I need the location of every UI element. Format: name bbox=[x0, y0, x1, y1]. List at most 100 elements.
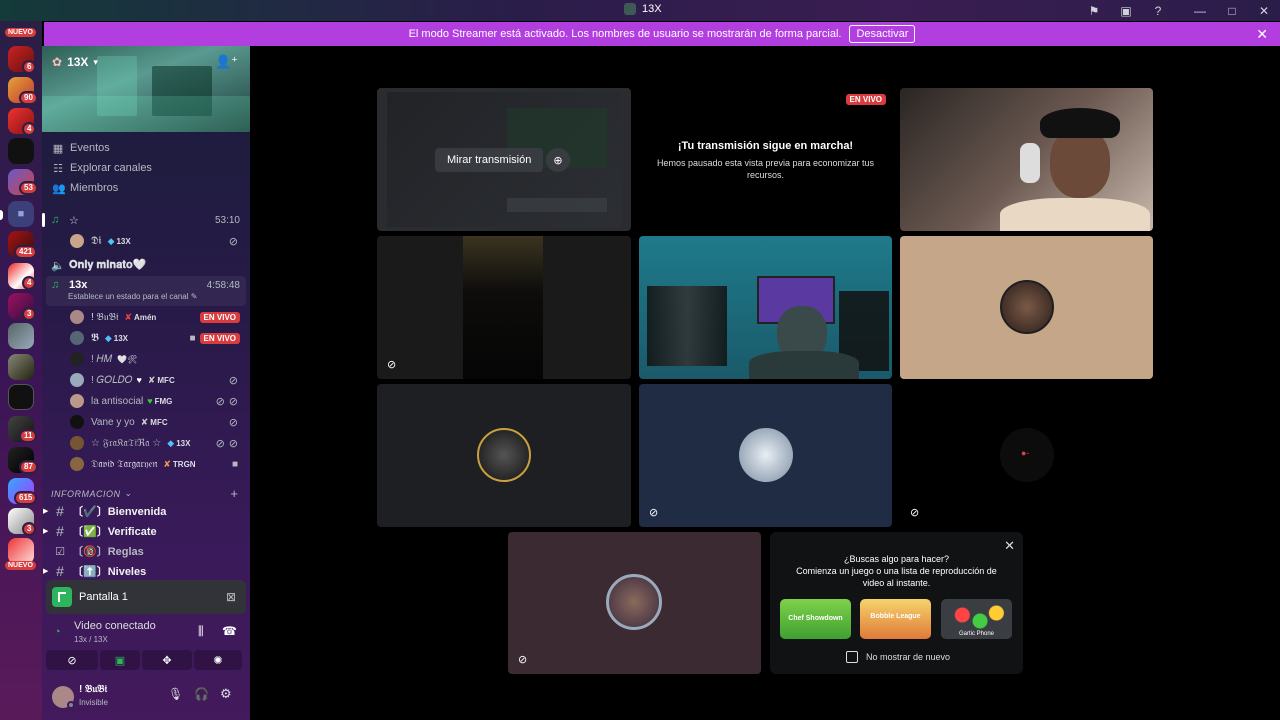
popout-stream-icon[interactable]: ⊕ bbox=[546, 148, 570, 172]
game-name: Gartic Phone bbox=[958, 631, 995, 637]
server-icon[interactable] bbox=[8, 138, 34, 164]
unread-caret-icon: ▶ bbox=[43, 508, 49, 515]
disconnect-icon[interactable]: ☎ bbox=[222, 624, 237, 638]
voice-channel-name: ☆ bbox=[69, 214, 79, 227]
camera-icon: ■ bbox=[231, 458, 238, 470]
voice-user-name: 𝔇𝔞𝔳𝔦𝔡 𝔗𝔞𝔯𝔤𝔞𝔯𝔶𝔢𝔫 bbox=[91, 458, 158, 470]
server-icon[interactable] bbox=[8, 323, 34, 349]
screen-share-bar[interactable]: Pantalla 1 ⊠ bbox=[46, 580, 246, 614]
close-icon[interactable]: ✕ bbox=[1004, 538, 1015, 554]
voice-user[interactable]: 𝕭 ◆ 13X ■ EN VIVO bbox=[42, 328, 250, 348]
text-channel[interactable]: ▶ # 〔⬆️〕Niveles bbox=[42, 561, 250, 581]
deactivate-button[interactable]: Desactivar bbox=[849, 25, 916, 43]
soundboard-button[interactable]: ✺ bbox=[194, 650, 242, 670]
minimize-icon[interactable]: — bbox=[1184, 0, 1216, 21]
window-controls: ⚑ ▣ ? — □ ✕ bbox=[1078, 0, 1280, 21]
server-icon[interactable] bbox=[8, 384, 34, 410]
paused-body: Hemos pausado esta vista previa para eco… bbox=[656, 158, 875, 180]
text-channel[interactable]: ▶ # 〔✔️〕Bienvenida bbox=[42, 501, 250, 521]
clan-tag: MFC bbox=[150, 417, 168, 427]
server-name-text: 13X bbox=[67, 55, 89, 69]
unread-caret-icon: ▶ bbox=[43, 568, 49, 575]
muted-mic-icon: ⊘ bbox=[910, 507, 920, 519]
nav-members[interactable]: 👥 Miembros bbox=[52, 179, 118, 197]
camera-off-icon: ⊘ bbox=[67, 654, 77, 667]
banner-close-icon[interactable]: ✕ bbox=[1256, 26, 1268, 43]
voice-user[interactable]: ! 𝐺𝑂𝐿𝐷𝑂 ♥ ✘ MFC ⊘ bbox=[42, 370, 250, 390]
voice-user[interactable]: ! 𝐻𝑀 🤍🛠 bbox=[42, 349, 250, 369]
inbox-flag-icon[interactable]: ⚑ bbox=[1078, 0, 1110, 21]
video-tile[interactable] bbox=[900, 236, 1153, 379]
folder-icon[interactable]: ■ bbox=[8, 201, 34, 227]
video-tile[interactable]: ●‑ ⊘ bbox=[900, 384, 1153, 527]
video-tile[interactable] bbox=[900, 88, 1153, 231]
avatar bbox=[70, 352, 84, 366]
video-tile[interactable] bbox=[639, 236, 892, 379]
game-card[interactable]: Gartic Phone bbox=[941, 599, 1012, 639]
inbox-icon[interactable]: ▣ bbox=[1110, 0, 1142, 21]
game-name: Bobble League bbox=[870, 613, 921, 620]
voice-user[interactable]: ☆ 𝔉𝔯𝔞𝔎𝔞𝔗𝔦ℜ𝔞 ☆ ◆ 13X ⊘ ⊘ bbox=[42, 433, 250, 453]
avatar-decoration-icon: ●‑ bbox=[1021, 448, 1030, 458]
voice-channel-name: 𝐎𝐧𝐥𝐲 𝐦𝐢𝐧𝐚𝐭𝐨🤍 bbox=[69, 259, 147, 271]
nav-browse-channels[interactable]: ☷ Explorar canales bbox=[52, 159, 152, 177]
clan-icon: ◆ bbox=[167, 437, 175, 448]
maximize-icon[interactable]: □ bbox=[1216, 0, 1248, 21]
video-tile[interactable]: ⊘ bbox=[639, 384, 892, 527]
add-channel-icon[interactable]: + bbox=[230, 486, 238, 501]
game-card[interactable]: Chef Showdown bbox=[780, 599, 851, 639]
server-name[interactable]: ✿ 13X ▾ bbox=[52, 55, 98, 69]
channel-status[interactable]: Establece un estado para el canal ✎ bbox=[68, 292, 197, 301]
camera-off-button[interactable]: ⊘ bbox=[46, 650, 98, 670]
activities-button[interactable]: ✥ bbox=[142, 650, 192, 670]
video-tile[interactable]: ⊘ bbox=[377, 236, 631, 379]
dont-show-again[interactable]: No mostrar de nuevo bbox=[846, 651, 950, 663]
voice-user[interactable]: ! 𝔅𝔲𝔅𝔦 ✘ Amén EN VIVO bbox=[42, 307, 250, 327]
voice-user[interactable]: Vane y yo ✘ MFC ⊘ bbox=[42, 412, 250, 432]
settings-gear-icon[interactable]: ⚙ bbox=[220, 686, 232, 702]
close-window-icon[interactable]: ✕ bbox=[1248, 0, 1280, 21]
help-icon[interactable]: ? bbox=[1142, 0, 1174, 21]
watch-stream-button[interactable]: Mirar transmisión bbox=[435, 148, 544, 172]
hash-icon: # bbox=[56, 563, 64, 579]
voice-user-name: Vane y yo bbox=[91, 416, 135, 428]
voice-channel-1[interactable]: ♫ ☆ 53:10 bbox=[42, 210, 250, 230]
mention-badge: 53 bbox=[19, 181, 38, 195]
game-card[interactable]: Bobble League bbox=[860, 599, 931, 639]
avatar bbox=[70, 457, 84, 471]
voice-user[interactable]: 𝔇𝔞𝔳𝔦𝔡 𝔗𝔞𝔯𝔤𝔞𝔯𝔶𝔢𝔫 ✘ TRGN ■ bbox=[42, 454, 250, 474]
invite-icon[interactable]: 👤⁺ bbox=[215, 54, 238, 70]
server-icon[interactable] bbox=[8, 354, 34, 380]
share-screen-button[interactable]: ▣ bbox=[100, 650, 140, 670]
user-avatar bbox=[477, 428, 531, 482]
stop-share-icon[interactable]: ⊠ bbox=[226, 590, 236, 604]
own-stream-paused-tile[interactable]: EN VIVO ¡Tu transmisión sigue en marcha!… bbox=[639, 88, 892, 231]
browse-icon: ☷ bbox=[53, 162, 63, 175]
user-name[interactable]: ! 𝔅𝔲𝔅𝔦 bbox=[79, 684, 107, 695]
signal-icon: ◔ bbox=[54, 626, 61, 638]
hash-icon: # bbox=[56, 503, 64, 519]
checkbox[interactable] bbox=[846, 651, 858, 663]
server-banner[interactable]: ✿ 13X ▾ 👤⁺ bbox=[42, 46, 250, 132]
avatar bbox=[70, 394, 84, 408]
clan-tag: Amén bbox=[134, 312, 157, 322]
headphones-icon[interactable]: 🎧 bbox=[194, 687, 209, 701]
noise-suppression-icon[interactable]: ⫼ bbox=[198, 624, 204, 639]
voice-channel-2[interactable]: 🔈 𝐎𝐧𝐥𝐲 𝐦𝐢𝐧𝐚𝐭𝐨🤍 bbox=[42, 255, 250, 275]
user-avatar bbox=[739, 428, 793, 482]
voice-user[interactable]: 𝕯𝖎 ◆ 13X ⊘ bbox=[42, 231, 250, 251]
category-header[interactable]: INFORMACION ⌄ bbox=[51, 488, 133, 499]
text-channel[interactable]: ▶ # 〔✅〕Verificate bbox=[42, 521, 250, 541]
heart-icon: ♥ bbox=[147, 396, 153, 406]
microphone-icon[interactable]: 🎙 bbox=[168, 687, 183, 701]
clan-tag: MFC bbox=[157, 375, 175, 385]
video-tile[interactable] bbox=[377, 384, 631, 527]
voice-user-name: ! 𝐻𝑀 bbox=[91, 353, 113, 365]
voice-user[interactable]: la antisocial ♥ FMG ⊘ ⊘ bbox=[42, 391, 250, 411]
chevron-down-icon: ⌄ bbox=[124, 488, 133, 498]
text-channel[interactable]: ☑ 〔🔞〕Reglas bbox=[42, 541, 250, 561]
video-tile[interactable]: ⊘ bbox=[508, 532, 761, 674]
nav-events[interactable]: ▦ Eventos bbox=[52, 139, 110, 157]
soundboard-icon: ✺ bbox=[213, 654, 223, 667]
game-name: Chef Showdown bbox=[788, 615, 843, 622]
